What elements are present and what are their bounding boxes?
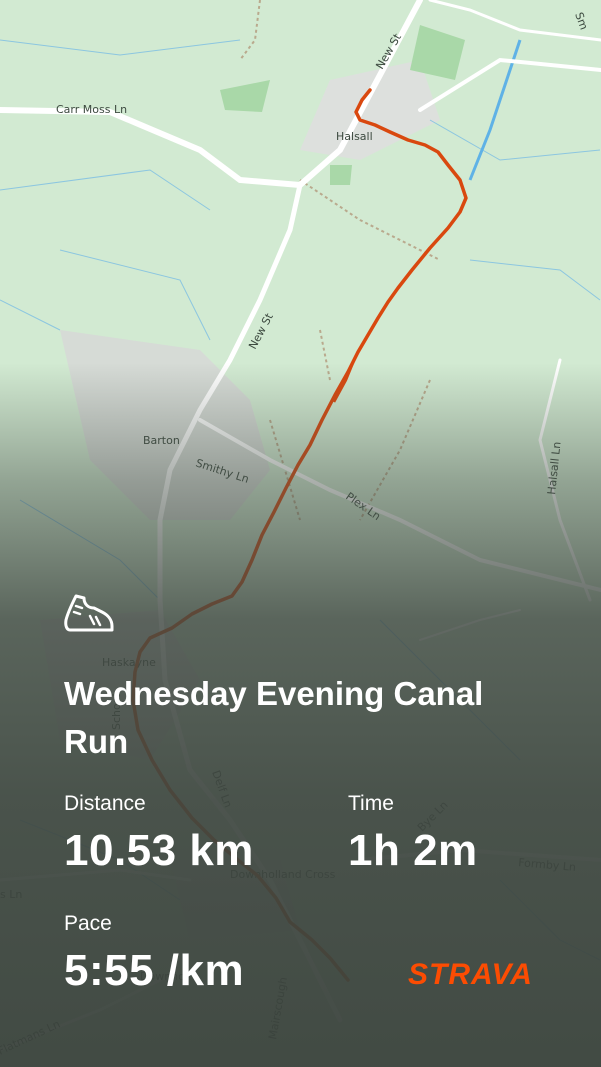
activity-share-card: Carr Moss Ln New St Halsall New St Barto… xyxy=(0,0,601,1067)
time-label: Time xyxy=(348,792,394,815)
activity-stats-panel: Wednesday Evening Canal Run Distance 10.… xyxy=(0,0,601,1067)
pace-label: Pace xyxy=(64,912,112,935)
running-shoe-icon xyxy=(64,594,114,632)
distance-label: Distance xyxy=(64,792,146,815)
distance-value: 10.53 km xyxy=(64,826,254,875)
time-value: 1h 2m xyxy=(348,826,478,875)
activity-title: Wednesday Evening Canal Run xyxy=(64,675,484,760)
pace-value: 5:55 /km xyxy=(64,946,245,995)
strava-logo: STRAVA xyxy=(408,958,533,991)
